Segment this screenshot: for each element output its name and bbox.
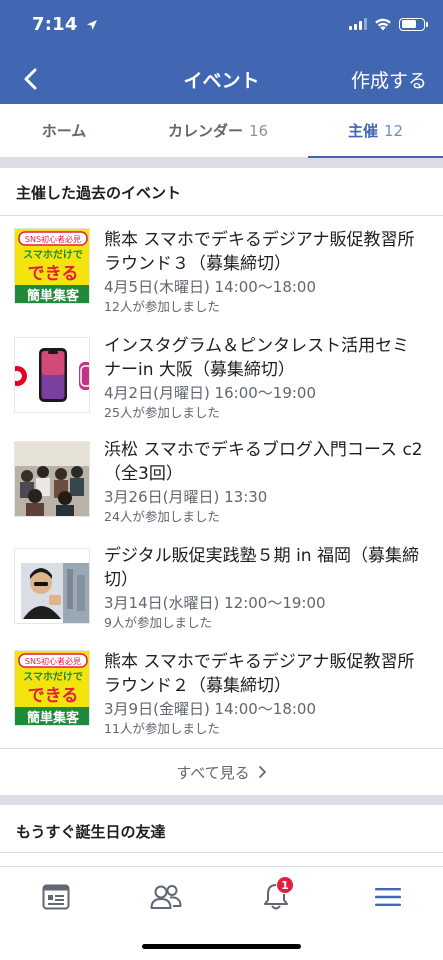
event-text: インスタグラム＆ピンタレスト活用セミナーin 大阪（募集締切） 4月2日(月曜日… [104,334,424,422]
event-text: デジタル販促実践塾５期 in 福岡（募集締切） 3月14日(水曜日) 12:00… [104,544,424,632]
event-attendance: 11人が参加しました [104,721,220,736]
tab-calendar-count: 16 [248,121,269,140]
home-indicator [142,944,301,949]
tab-hosting-count: 12 [383,121,404,140]
tab-notifications[interactable]: 1 [256,876,296,917]
event-attendance: 24人が参加しました [104,509,220,524]
event-title: 熊本 スマホでデキるデジアナ販促教習所 ラウンド３（募集締切） [104,230,415,274]
event-title: 浜松 スマホでデキるブログ入門コース c2（全3回） [104,440,423,484]
event-thumbnail [14,441,90,517]
app-header: 7:14 イベント 作成する [0,0,443,104]
location-arrow-icon [87,20,97,30]
thumb-caption: 簡単集客 [26,288,80,304]
heading-divider [0,852,443,853]
seminar-photo [15,442,89,516]
event-title: 熊本 スマホでデキるデジアナ販促教習所 ラウンド２（募集締切） [104,652,415,696]
birthdays-heading: もうすぐ誕生日の友達 [16,823,166,841]
see-all-label: すべて見る [176,763,250,782]
list-divider [0,748,443,749]
tab-friends[interactable] [146,877,186,917]
thumb-caption: できる [28,264,79,284]
section-divider [0,158,443,168]
thumb-caption: スマホだけで [23,249,83,261]
event-attendance: 25人が参加しました [104,405,220,420]
create-event-button[interactable]: 作成する [351,66,427,93]
event-item[interactable]: 浜松 スマホでデキるブログ入門コース c2（全3回） 3月26日(月曜日) 13… [0,438,443,542]
event-attendance: 12人が参加しました [104,299,220,314]
status-icons [349,16,428,32]
event-date: 3月9日(金曜日) 14:00〜18:00 [104,700,317,718]
tab-menu[interactable] [368,877,408,917]
cellular-signal-icon [349,18,367,30]
section-divider [0,795,443,805]
event-item[interactable]: デジタル販促実践塾５期 in 福岡（募集締切） 3月14日(水曜日) 12:00… [0,544,443,648]
event-item[interactable]: SNS初心者必見 スマホだけで できる 簡単集客 熊本 スマホでデキるデジアナ販… [0,228,443,332]
tab-news-feed[interactable] [36,877,76,917]
thumb-caption: SNS初心者必見 [25,234,81,244]
heading-divider [0,215,443,216]
event-text: 熊本 スマホでデキるデジアナ販促教習所 ラウンド３（募集締切） 4月5日(木曜日… [104,228,424,316]
event-item[interactable]: SNS初心者必見 スマホだけで できる 簡単集客 熊本 スマホでデキるデジアナ販… [0,650,443,754]
nav-bar: イベント 作成する [0,54,443,104]
thumb-caption: できる [28,686,79,706]
event-date: 3月26日(月曜日) 13:30 [104,488,268,506]
speaker-photo [15,549,89,623]
tab-hosting-label: 主催 [347,122,378,140]
tab-calendar[interactable]: カレンダー 16 [128,104,308,157]
event-tabs: ホーム カレンダー 16 主催 12 [0,104,443,158]
event-thumbnail [14,337,90,413]
tab-home[interactable]: ホーム [0,104,128,157]
see-all-button[interactable]: すべて見る [0,752,443,792]
event-title: デジタル販促実践塾５期 in 福岡（募集締切） [104,546,419,590]
event-date: 3月14日(水曜日) 12:00〜19:00 [104,594,326,612]
event-date: 4月2日(月曜日) 16:00〜19:00 [104,384,317,402]
event-thumbnail [14,548,90,624]
event-text: 熊本 スマホでデキるデジアナ販促教習所 ラウンド２（募集締切） 3月9日(金曜日… [104,650,424,738]
status-bar: 7:14 [0,0,443,54]
news-feed-icon [42,884,70,910]
event-date: 4月5日(木曜日) 14:00〜18:00 [104,278,317,296]
past-events-heading: 主催した過去のイベント [16,184,182,202]
thumb-caption: SNS初心者必見 [25,656,81,666]
friends-icon [150,885,182,909]
event-attendance: 9人が参加しました [104,615,212,630]
chevron-right-icon [258,766,266,778]
wifi-icon [375,18,391,31]
tab-hosting[interactable]: 主催 12 [308,104,443,158]
event-thumbnail: SNS初心者必見 スマホだけで できる 簡単集客 [14,228,90,304]
thumb-caption: スマホだけで [23,671,83,683]
menu-icon [375,888,401,906]
notification-badge: 1 [276,876,294,894]
thumb-caption: 簡単集客 [26,710,80,726]
event-title: インスタグラム＆ピンタレスト活用セミナーin 大阪（募集締切） [104,336,410,380]
tab-home-label: ホーム [41,122,87,140]
battery-icon [399,17,428,31]
event-text: 浜松 スマホでデキるブログ入門コース c2（全3回） 3月26日(月曜日) 13… [104,438,424,526]
event-flyer-image: SNS初心者必見 スマホだけで できる 簡単集客 [15,651,89,726]
tab-calendar-label: カレンダー [167,122,243,140]
event-flyer-image: SNS初心者必見 スマホだけで できる 簡単集客 [15,229,89,304]
event-flyer-image [15,338,89,412]
status-time: 7:14 [32,14,78,35]
event-thumbnail: SNS初心者必見 スマホだけで できる 簡単集客 [14,650,90,726]
event-item[interactable]: インスタグラム＆ピンタレスト活用セミナーin 大阪（募集締切） 4月2日(月曜日… [0,334,443,438]
